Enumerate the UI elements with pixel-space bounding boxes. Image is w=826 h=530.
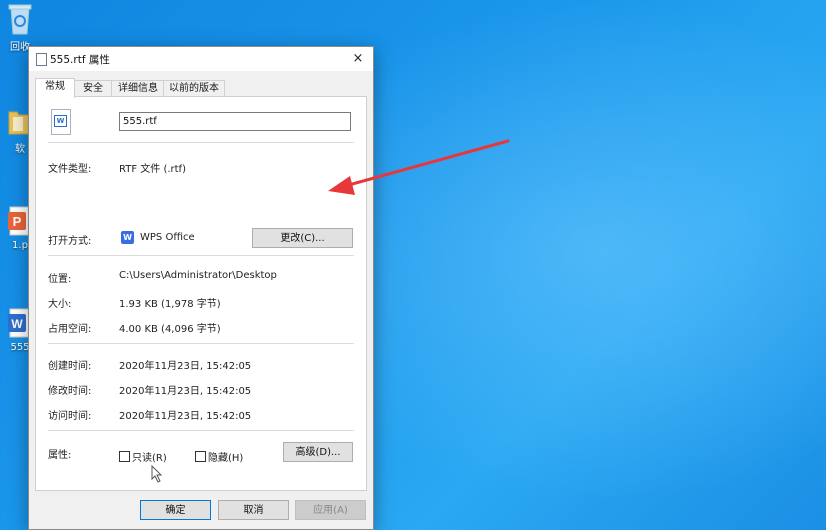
tab-general[interactable]: 常规 [35,78,75,98]
svg-text:P: P [13,214,22,229]
accessed-label: 访问时间: [48,411,92,422]
disk-size-value: 4.00 KB (4,096 字节) [119,324,221,335]
change-button[interactable]: 更改(C)... [252,228,353,248]
size-label: 大小: [48,299,72,310]
tab-previous-versions[interactable]: 以前的版本 [163,80,225,97]
open-with-value: WPS Office [140,232,195,243]
wps-office-icon: W [121,231,134,244]
close-button[interactable]: × [345,47,371,71]
location-value: C:\Users\Administrator\Desktop [119,270,277,281]
document-icon [36,53,47,66]
advanced-button[interactable]: 高级(D)... [283,442,353,462]
file-type-value: RTF 文件 (.rtf) [119,164,186,175]
dialog-title: 555.rtf 属性 [50,54,110,66]
size-value: 1.93 KB (1,978 字节) [119,299,221,310]
attributes-label: 属性: [48,450,72,461]
filename-input[interactable] [119,112,351,131]
separator [48,343,354,344]
open-with-label: 打开方式: [48,236,92,247]
apply-button[interactable]: 应用(A) [295,500,366,520]
readonly-checkbox[interactable]: 只读(R) [119,449,167,464]
created-label: 创建时间: [48,361,92,372]
modified-value: 2020年11月23日, 15:42:05 [119,386,252,397]
checkbox-box[interactable] [119,451,130,462]
title-bar[interactable]: 555.rtf 属性 × [29,47,373,71]
separator [48,142,354,143]
accessed-value: 2020年11月23日, 15:42:05 [119,411,252,422]
properties-dialog: 555.rtf 属性 × 常规 安全 详细信息 以前的版本 W 文件类型: RT… [28,46,374,530]
cancel-button[interactable]: 取消 [218,500,289,520]
separator [48,430,354,431]
tab-security[interactable]: 安全 [73,80,113,97]
hidden-label: 隐藏(H) [208,453,244,464]
hidden-checkbox[interactable]: 隐藏(H) [195,449,243,464]
file-type-label: 文件类型: [48,164,92,175]
separator [48,255,354,256]
ok-button[interactable]: 确定 [140,500,211,520]
checkbox-box[interactable] [195,451,206,462]
recycle-bin-icon [5,2,35,36]
disk-size-label: 占用空间: [48,324,92,335]
tab-details[interactable]: 详细信息 [111,80,165,97]
readonly-label: 只读(R) [132,453,167,464]
modified-label: 修改时间: [48,386,92,397]
created-value: 2020年11月23日, 15:42:05 [119,361,252,372]
mouse-cursor-icon [151,465,163,483]
location-label: 位置: [48,274,72,285]
rtf-file-icon: W [51,109,71,135]
general-panel: W 文件类型: RTF 文件 (.rtf) 打开方式: W WPS Office… [35,96,367,491]
svg-text:W: W [11,317,23,331]
